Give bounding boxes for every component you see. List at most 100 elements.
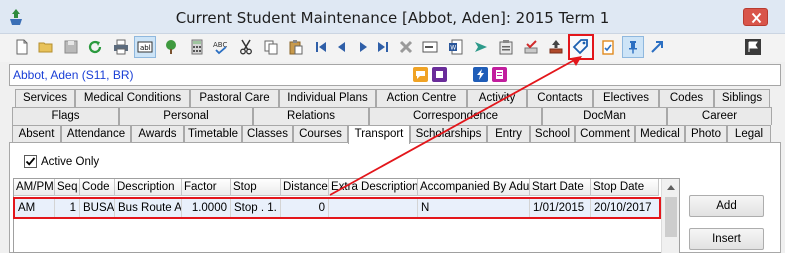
insert-button[interactable]: Insert — [689, 228, 764, 250]
cell-factor: 1.0000 — [182, 199, 231, 217]
spellcheck-icon[interactable]: ABC — [210, 36, 232, 58]
checkmark-icon — [25, 157, 36, 166]
column-header[interactable]: Start Date — [530, 179, 591, 196]
column-header[interactable]: Code — [80, 179, 115, 196]
puzzle-icon[interactable] — [432, 67, 447, 82]
tab-contacts[interactable]: Contacts — [527, 89, 593, 107]
tab-absent[interactable]: Absent — [12, 125, 61, 143]
cut-icon[interactable] — [235, 36, 257, 58]
approve-icon[interactable] — [520, 36, 542, 58]
refresh-icon[interactable] — [84, 36, 106, 58]
tab-medical-conditions[interactable]: Medical Conditions — [75, 89, 190, 107]
cell-distance: 0 — [281, 199, 329, 217]
tab-transport[interactable]: Transport — [348, 125, 410, 144]
tab-individual-plans[interactable]: Individual Plans — [279, 89, 376, 107]
word-export-icon[interactable]: W — [445, 36, 467, 58]
window-title: Current Student Maintenance [Abbot, Aden… — [175, 9, 610, 27]
cell-start-date: 1/01/2015 — [530, 199, 591, 217]
close-icon — [751, 12, 762, 24]
column-header[interactable]: Extra Description — [329, 179, 418, 196]
copy-icon[interactable] — [260, 36, 282, 58]
tag-icon[interactable] — [568, 34, 594, 60]
tree-icon[interactable] — [160, 36, 182, 58]
column-header[interactable]: Distance — [281, 179, 329, 196]
svg-text:W: W — [450, 45, 456, 52]
tab-scholarships[interactable]: Scholarships — [410, 125, 487, 143]
column-header[interactable]: Stop Date — [591, 179, 659, 196]
chat-icon[interactable] — [413, 67, 428, 82]
active-only-checkbox[interactable] — [24, 155, 37, 168]
scroll-up-icon[interactable] — [667, 185, 675, 190]
tab-action-centre[interactable]: Action Centre — [376, 89, 467, 107]
close-button[interactable] — [743, 8, 768, 26]
tab-correspondence[interactable]: Correspondence — [369, 107, 542, 125]
paste-icon[interactable] — [285, 36, 307, 58]
new-document-icon[interactable] — [11, 36, 33, 58]
pin-icon[interactable] — [622, 36, 644, 58]
print-icon[interactable] — [110, 36, 132, 58]
tab-siblings[interactable]: Siblings — [714, 89, 770, 107]
tab-timetable[interactable]: Timetable — [184, 125, 242, 143]
tab-photo[interactable]: Photo — [685, 125, 727, 143]
tab-legal[interactable]: Legal — [727, 125, 771, 143]
tab-flags[interactable]: Flags — [12, 107, 119, 125]
svg-text:abl: abl — [140, 44, 151, 52]
send-icon[interactable] — [470, 36, 492, 58]
previous-record-icon[interactable] — [331, 36, 353, 58]
tab-entry[interactable]: Entry — [487, 125, 530, 143]
title-bar: Current Student Maintenance [Abbot, Aden… — [0, 0, 785, 34]
student-bar: Abbot, Aden (S11, BR) — [9, 64, 781, 86]
column-header[interactable]: Stop — [231, 179, 281, 196]
tab-codes[interactable]: Codes — [659, 89, 714, 107]
tab-comment[interactable]: Comment — [575, 125, 635, 143]
cell-accompanied: N — [418, 199, 530, 217]
cell-code: BUSA — [80, 199, 115, 217]
cell-extra-description — [329, 199, 418, 217]
scrollbar-thumb[interactable] — [665, 197, 677, 237]
tab-attendance[interactable]: Attendance — [61, 125, 131, 143]
tab-personal[interactable]: Personal — [119, 107, 253, 125]
tab-awards[interactable]: Awards — [131, 125, 184, 143]
tab-row-3: Absent Attendance Awards Timetable Class… — [0, 125, 785, 144]
open-folder-icon[interactable] — [35, 36, 57, 58]
delete-icon[interactable] — [395, 36, 417, 58]
tab-activity[interactable]: Activity — [467, 89, 527, 107]
clipboard-icon[interactable] — [495, 36, 517, 58]
tab-row-1: Services Medical Conditions Pastoral Car… — [0, 89, 785, 107]
first-record-icon[interactable] — [310, 36, 332, 58]
tab-services[interactable]: Services — [15, 89, 75, 107]
column-header[interactable]: Seq — [55, 179, 80, 196]
next-record-icon[interactable] — [352, 36, 374, 58]
last-record-icon[interactable] — [372, 36, 394, 58]
calculator-icon[interactable] — [186, 36, 208, 58]
text-field-icon[interactable]: abl — [134, 36, 156, 58]
cell-am-pm: AM — [15, 199, 55, 217]
column-header[interactable]: Accompanied By Adult — [418, 179, 530, 196]
add-button[interactable]: Add — [689, 195, 764, 217]
expand-arrow-icon[interactable] — [646, 36, 668, 58]
tab-classes[interactable]: Classes — [242, 125, 293, 143]
notes-icon[interactable] — [492, 67, 507, 82]
tab-docman[interactable]: DocMan — [542, 107, 667, 125]
tab-medical[interactable]: Medical — [635, 125, 685, 143]
active-only-label[interactable]: Active Only — [41, 156, 99, 168]
tab-courses[interactable]: Courses — [293, 125, 348, 143]
tab-school[interactable]: School — [530, 125, 575, 143]
column-header[interactable]: Description — [115, 179, 182, 196]
tab-relations[interactable]: Relations — [253, 107, 369, 125]
column-header[interactable]: AM/PM — [14, 179, 55, 196]
flag-icon[interactable] — [742, 36, 764, 58]
upload-icon[interactable] — [545, 36, 567, 58]
cell-description: Bus Route A — [115, 199, 182, 217]
column-header[interactable]: Factor — [182, 179, 231, 196]
save-icon[interactable] — [60, 36, 82, 58]
tab-pastoral-care[interactable]: Pastoral Care — [190, 89, 279, 107]
lightning-icon[interactable] — [473, 67, 488, 82]
cell-stop-date: 20/10/2017 — [594, 202, 652, 214]
tab-electives[interactable]: Electives — [593, 89, 659, 107]
form-icon[interactable] — [419, 36, 441, 58]
student-name: Abbot, Aden (S11, BR) — [13, 68, 134, 82]
grid-scrollbar[interactable] — [661, 179, 679, 253]
checklist-icon[interactable] — [597, 36, 619, 58]
tab-career[interactable]: Career — [667, 107, 772, 125]
